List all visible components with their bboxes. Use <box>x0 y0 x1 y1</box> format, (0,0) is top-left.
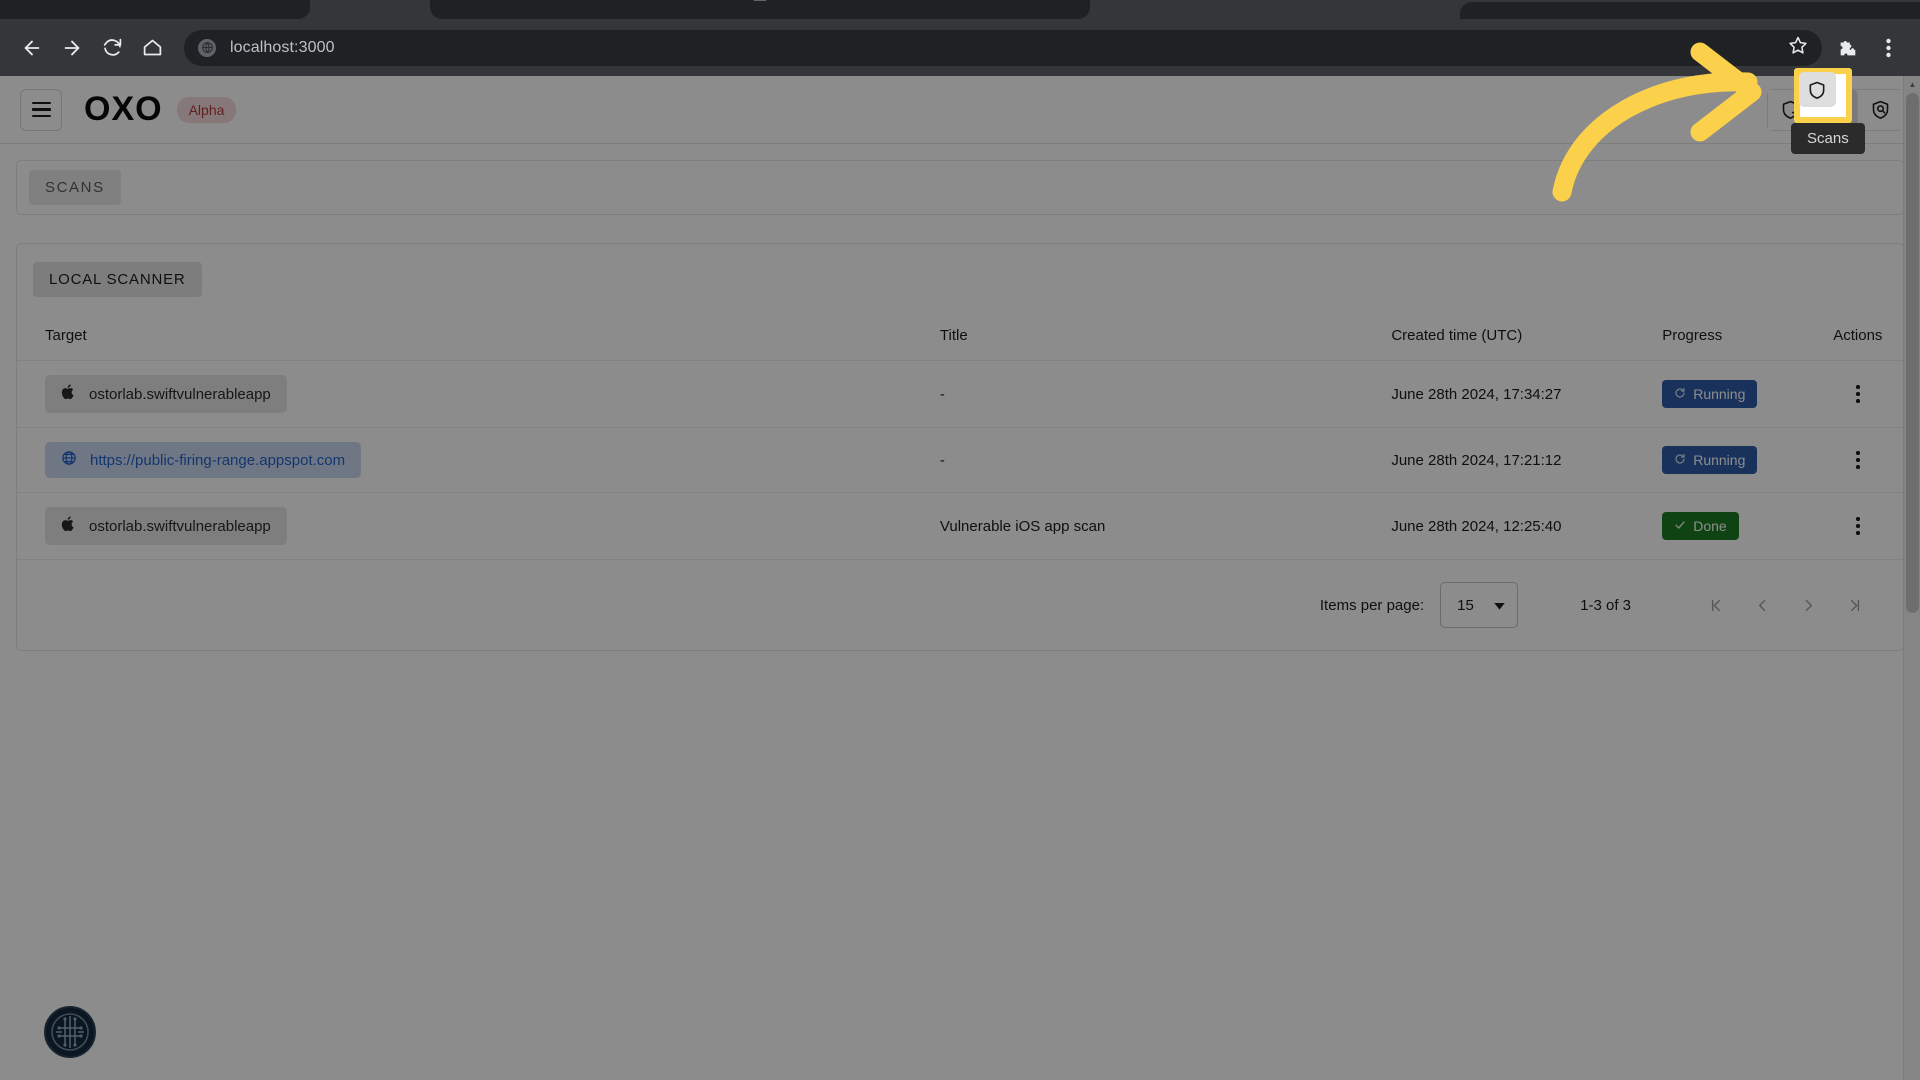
three-dot-menu-icon[interactable] <box>1868 28 1908 68</box>
column-header-created-time: Created time (UTC) <box>1391 313 1663 361</box>
paginator: Items per page: 15 1-3 of 3 <box>17 560 1903 650</box>
browser-toolbar: localhost:3000 <box>0 19 1920 76</box>
screen: localhost:3000 OXO Alpha SCANS LOCAL SCA… <box>0 0 1920 1080</box>
target-chip[interactable]: ostorlab.swiftvulnerableapp <box>45 507 287 545</box>
puzzle-piece-icon[interactable] <box>1828 28 1868 68</box>
scroll-up-icon[interactable]: ▲ <box>1904 76 1920 93</box>
page-scrollbar[interactable]: ▲ ▼ <box>1903 76 1920 1080</box>
app-header: OXO Alpha <box>0 76 1920 144</box>
apple-icon <box>61 383 76 405</box>
column-header-actions: Actions <box>1812 313 1903 361</box>
browser-tab[interactable] <box>0 0 310 19</box>
hamburger-menu-icon[interactable] <box>20 88 62 131</box>
browser-window: localhost:3000 OXO Alpha SCANS LOCAL SCA… <box>0 0 1920 1080</box>
kebab-menu-icon[interactable] <box>1813 385 1903 403</box>
column-header-target: Target <box>17 313 940 361</box>
page-range-label: 1-3 of 3 <box>1580 596 1631 614</box>
created-time: June 28th 2024, 17:21:12 <box>1391 427 1663 493</box>
progress-label: Running <box>1693 452 1746 468</box>
chevron-down-icon <box>1494 597 1505 614</box>
forward-arrow-icon[interactable] <box>52 28 92 68</box>
items-per-page-label: Items per page: <box>1319 596 1425 614</box>
scans-table: Target Title Created time (UTC) Progress… <box>17 313 1903 560</box>
shield-plus-icon[interactable] <box>1768 89 1813 130</box>
refresh-icon <box>1674 386 1686 402</box>
scanner-chip: LOCAL SCANNER <box>33 262 202 297</box>
check-icon <box>1674 518 1686 534</box>
home-icon[interactable] <box>132 28 172 68</box>
back-arrow-icon[interactable] <box>12 28 52 68</box>
apple-icon <box>61 515 76 537</box>
browser-tab[interactable] <box>1460 2 1920 19</box>
created-time: June 28th 2024, 17:34:27 <box>1391 360 1663 428</box>
reload-icon[interactable] <box>92 28 132 68</box>
shield-icon[interactable] <box>1813 89 1858 130</box>
scans-table-card: LOCAL SCANNER Target Title Created time … <box>16 243 1904 651</box>
column-header-title: Title <box>939 313 1392 361</box>
circuit-circle-logo-icon <box>44 1006 96 1058</box>
table-row[interactable]: https://public-firing-range.appspot.com … <box>17 427 1903 493</box>
scan-title: Vulnerable iOS app scan <box>939 492 1392 560</box>
last-page-icon[interactable] <box>1831 582 1877 628</box>
tabs-card: SCANS <box>16 160 1904 215</box>
refresh-icon <box>1674 452 1686 468</box>
progress-label: Running <box>1693 386 1746 402</box>
items-per-page-select[interactable]: 15 <box>1440 582 1519 628</box>
progress-badge: Done <box>1662 512 1739 540</box>
progress-badge: Running <box>1662 446 1758 474</box>
target-chip[interactable]: https://public-firing-range.appspot.com <box>45 442 362 478</box>
browser-tab-active[interactable] <box>430 0 1090 19</box>
scrollbar-thumb[interactable] <box>1906 93 1919 613</box>
star-icon[interactable] <box>1788 35 1808 60</box>
status-badge: Alpha <box>176 96 237 123</box>
browser-tab-strip <box>0 0 1920 19</box>
globe-icon <box>61 450 77 470</box>
kebab-menu-icon[interactable] <box>1813 517 1903 535</box>
scan-title: - <box>939 360 1392 428</box>
tab-scans[interactable]: SCANS <box>29 170 121 205</box>
app-header-actions <box>1767 88 1904 131</box>
table-header-row: Target Title Created time (UTC) Progress… <box>17 313 1903 361</box>
site-info-globe-icon[interactable] <box>198 38 216 57</box>
next-page-icon[interactable] <box>1785 582 1831 628</box>
previous-page-icon[interactable] <box>1739 582 1785 628</box>
address-bar-url: localhost:3000 <box>230 38 335 56</box>
column-header-progress: Progress <box>1662 313 1813 361</box>
progress-label: Done <box>1693 518 1727 534</box>
progress-badge: Running <box>1662 380 1758 408</box>
table-row[interactable]: ostorlab.swiftvulnerableapp - June 28th … <box>17 360 1903 428</box>
target-chip[interactable]: ostorlab.swiftvulnerableapp <box>45 375 287 413</box>
table-row[interactable]: ostorlab.swiftvulnerableapp Vulnerable i… <box>17 492 1903 560</box>
items-per-page-value: 15 <box>1457 596 1474 614</box>
first-page-icon[interactable] <box>1693 582 1739 628</box>
target-label: https://public-firing-range.appspot.com <box>90 451 346 469</box>
created-time: June 28th 2024, 12:25:40 <box>1391 492 1663 560</box>
address-bar[interactable]: localhost:3000 <box>184 29 1822 66</box>
page-title: OXO <box>84 90 163 128</box>
scan-title: - <box>939 427 1392 493</box>
web-page: OXO Alpha SCANS LOCAL SCANNER Target Tit… <box>0 76 1920 1080</box>
shield-search-icon[interactable] <box>1858 89 1903 130</box>
target-label: ostorlab.swiftvulnerableapp <box>89 517 271 535</box>
target-label: ostorlab.swiftvulnerableapp <box>89 385 271 403</box>
kebab-menu-icon[interactable] <box>1813 451 1903 469</box>
